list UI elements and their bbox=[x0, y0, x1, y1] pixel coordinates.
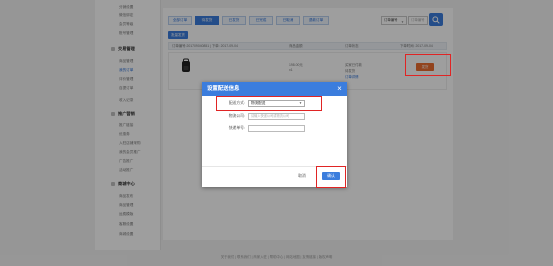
highlight-delivery-method bbox=[216, 96, 322, 111]
logistics-company-input[interactable]: 请输入快递公司或物流公司 bbox=[248, 113, 305, 120]
tracking-number-input[interactable] bbox=[248, 125, 305, 132]
close-icon[interactable]: × bbox=[335, 83, 344, 94]
logistics-company-label: 物流公司: bbox=[228, 114, 245, 118]
dialog-title: 设置配送信息 bbox=[207, 86, 240, 92]
cancel-button[interactable]: 取消 bbox=[294, 172, 310, 180]
dialog-header: 设置配送信息 × bbox=[202, 82, 347, 96]
highlight-confirm-button bbox=[316, 166, 346, 188]
highlight-ship-button bbox=[405, 54, 451, 76]
tracking-number-label: 快递单号: bbox=[228, 126, 245, 130]
